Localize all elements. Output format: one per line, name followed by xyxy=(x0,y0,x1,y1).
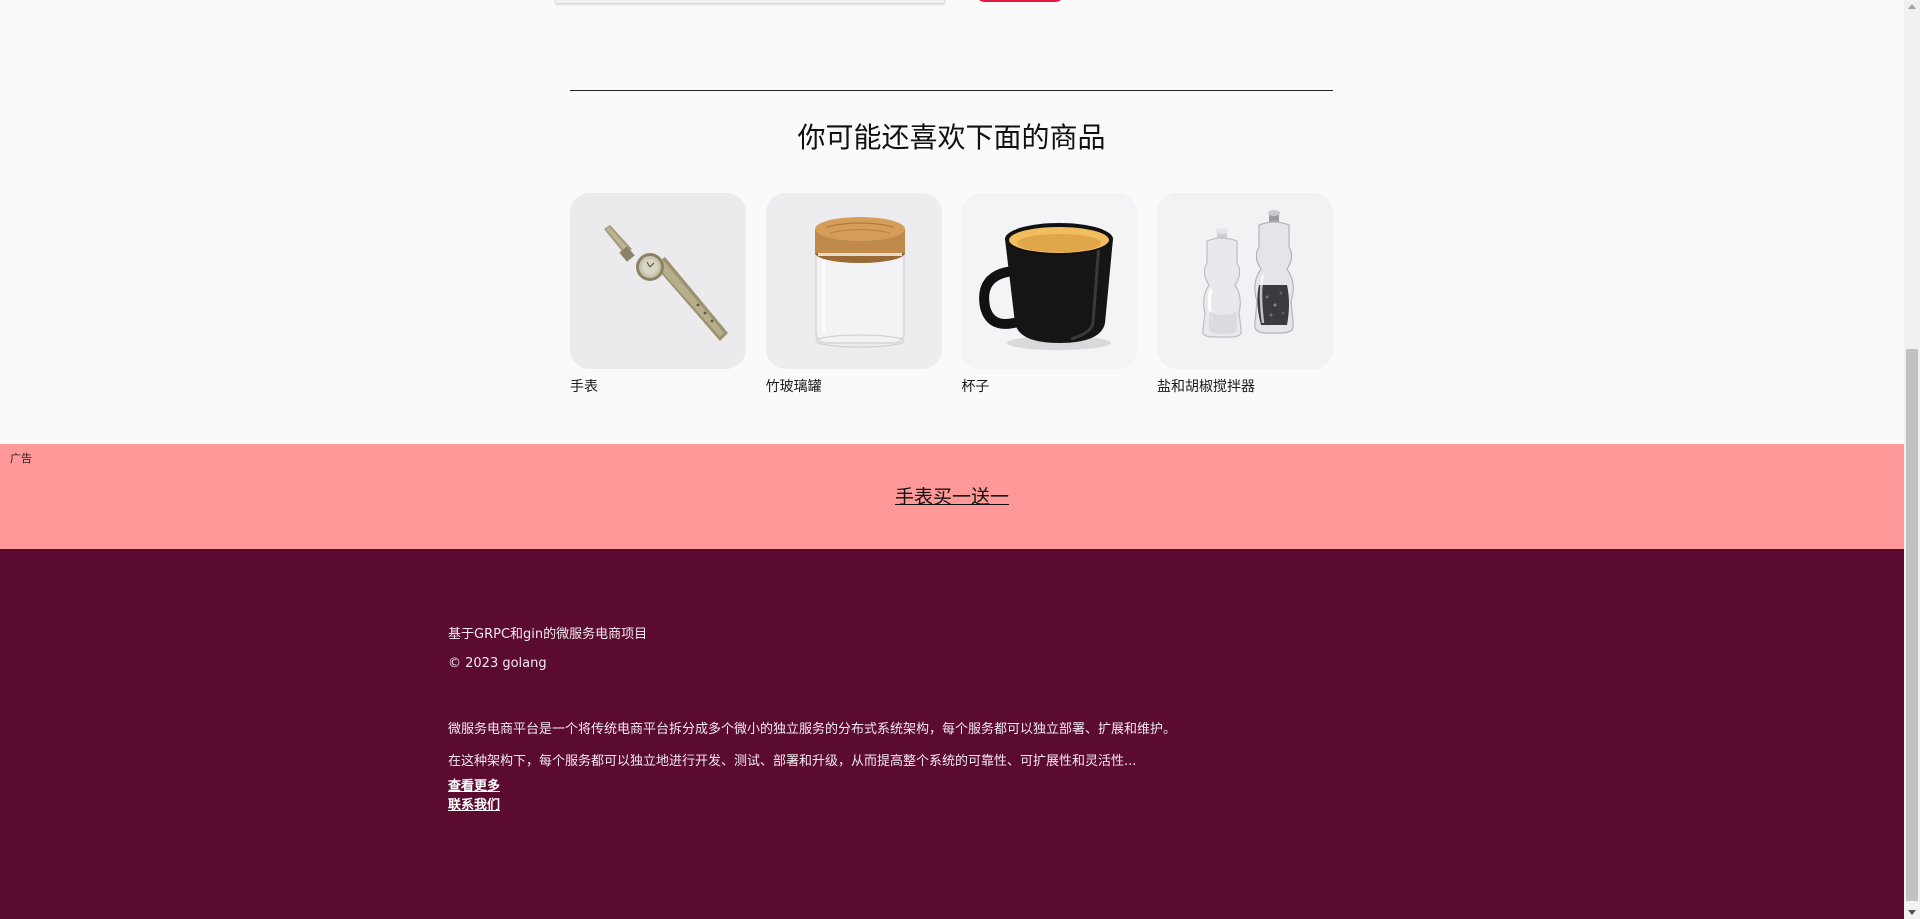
salt-pepper-grinder-image[interactable] xyxy=(1156,193,1333,369)
watch-image[interactable] xyxy=(570,193,746,369)
ad-label: 广告 xyxy=(10,452,32,465)
product-card-grinder[interactable]: 盐和胡椒搅拌器 xyxy=(1156,193,1333,396)
footer-copyright: © 2023 golang xyxy=(448,656,547,671)
footer: 基于GRPC和gin的微服务电商项目 © 2023 golang 微服务电商平台… xyxy=(0,549,1904,919)
ad-link[interactable]: 手表买一送一 xyxy=(0,482,1904,509)
cut-off-submit-button[interactable] xyxy=(975,0,1065,2)
product-name[interactable]: 杯子 xyxy=(961,376,1137,396)
ad-banner: 广告 手表买一送一 xyxy=(0,444,1904,549)
recommendations-title: 你可能还喜欢下面的商品 xyxy=(797,121,1106,154)
scroll-up-arrow-icon[interactable] xyxy=(1908,4,1916,9)
product-card-jar[interactable]: 竹玻璃罐 xyxy=(765,193,942,396)
bamboo-glass-jar-image[interactable] xyxy=(765,193,942,369)
product-card-watch[interactable]: 手表 xyxy=(570,193,746,396)
section-divider xyxy=(570,90,1333,91)
scrollbar-thumb[interactable] xyxy=(1906,349,1918,901)
recommended-products-list: 手表 竹玻璃罐 杯子 盐和胡椒搅拌器 xyxy=(570,193,1333,396)
mug-image[interactable] xyxy=(961,193,1138,369)
footer-contact-link[interactable]: 联系我们 xyxy=(448,794,500,813)
footer-description-line2: 在这种架构下，每个服务都可以独立地进行开发、测试、部署和升级，从而提高整个系统的… xyxy=(448,754,1137,769)
footer-project-name: 基于GRPC和gin的微服务电商项目 xyxy=(448,627,648,642)
product-name[interactable]: 盐和胡椒搅拌器 xyxy=(1157,376,1333,396)
footer-more-link[interactable]: 查看更多 xyxy=(448,775,500,794)
footer-description-line1: 微服务电商平台是一个将传统电商平台拆分成多个微小的独立服务的分布式系统架构，每个… xyxy=(448,722,1177,737)
product-card-mug[interactable]: 杯子 xyxy=(961,193,1138,396)
product-name[interactable]: 手表 xyxy=(570,376,746,396)
scroll-down-arrow-icon[interactable] xyxy=(1908,910,1916,915)
page: 你可能还喜欢下面的商品 手表 竹玻璃罐 杯子 盐和胡椒搅拌器 广告 手表买一送一… xyxy=(0,0,1904,919)
cut-off-input[interactable] xyxy=(555,0,945,4)
vertical-scrollbar[interactable] xyxy=(1904,0,1920,919)
product-name[interactable]: 竹玻璃罐 xyxy=(766,376,942,396)
